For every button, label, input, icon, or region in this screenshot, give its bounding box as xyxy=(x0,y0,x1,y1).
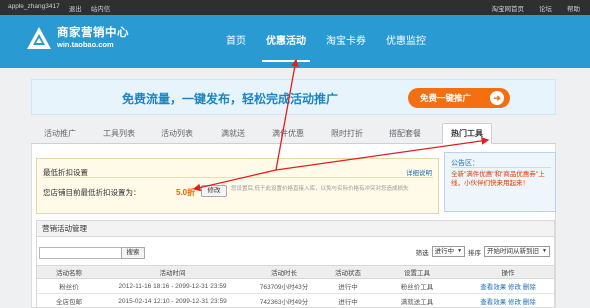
col-status: 活动状态 xyxy=(324,265,372,279)
tab-tool-list[interactable]: 工具列表 xyxy=(103,128,135,139)
nav-home[interactable]: 首页 xyxy=(216,15,256,68)
cell-name: 粉丝价 xyxy=(37,278,101,294)
discount-label: 您店铺目前最低折扣设置为： xyxy=(43,188,141,197)
tab-full-gift[interactable]: 满就送 xyxy=(221,128,245,139)
tab-activity-list[interactable]: 活动列表 xyxy=(161,128,193,139)
table-row: 全店包邮 2015-02-14 12:10 - 2099-12-31 23:59… xyxy=(37,293,554,308)
table-header: 活动名称 活动时间 活动时长 活动状态 设置工具 操作 xyxy=(37,265,554,279)
logo-url: win.taobao.com xyxy=(57,39,114,49)
cell-duration: 763709小时43分 xyxy=(244,278,324,294)
col-ops: 操作 xyxy=(462,265,554,279)
discount-value: 5.0折 xyxy=(176,188,196,197)
logout-link[interactable]: 退出 xyxy=(69,3,82,13)
nav-coupons[interactable]: 淘宝卡券 xyxy=(316,15,376,68)
forum-link[interactable]: 论坛 xyxy=(539,3,552,13)
edit-link[interactable]: 修改 xyxy=(508,299,521,306)
col-tool: 设置工具 xyxy=(372,265,462,279)
discount-setting-box: 最低折扣设置 详细说明 您店铺目前最低折扣设置为： 5.0折 修改 您设置后,低… xyxy=(36,158,439,214)
announcement-body[interactable]: 全新"满件优惠"和"商品优惠券"上线，小伙伴们快来用起来！ xyxy=(451,170,553,188)
main-nav: 首页 优惠活动 淘宝卡券 优惠监控 xyxy=(216,15,436,68)
cell-name: 全店包邮 xyxy=(37,293,101,308)
cell-time: 2012-11-16 18:16 - 2099-12-31 23:59 xyxy=(101,278,244,294)
col-duration: 活动时长 xyxy=(244,265,324,279)
cell-duration: 742363小时49分 xyxy=(244,293,324,308)
table-row: 粉丝价 2012-11-16 18:16 - 2099-12-31 23:59 … xyxy=(37,278,554,294)
cell-ops: 查看效果 修改 删除 xyxy=(462,278,554,294)
banner-text: 免费流量，一键发布，轻松完成活动推广 xyxy=(122,92,339,106)
divider xyxy=(43,177,433,178)
logo[interactable]: 商家营销中心 win.taobao.com xyxy=(26,26,129,50)
top-utility-bar: apple_zhang3417 退出 站内信 淘宝网首页 论坛 帮助 xyxy=(0,0,590,15)
marketing-management: 营销活动管理 搜索 筛选 进行中 ▼ 排序 开始时间从新到旧 ▼ 活动名称 活动… xyxy=(36,220,555,308)
edit-discount-button[interactable]: 修改 xyxy=(201,185,227,197)
delete-link[interactable]: 删除 xyxy=(523,284,536,291)
cell-status: 进行中 xyxy=(324,293,372,308)
announcement-box: 公告区： 全新"满件优惠"和"商品优惠券"上线，小伙伴们快来用起来！ xyxy=(444,152,556,212)
tab-activity-promo[interactable]: 活动推广 xyxy=(44,128,76,139)
search-input[interactable] xyxy=(39,247,123,259)
col-name: 活动名称 xyxy=(37,265,101,279)
cell-time: 2015-02-14 12:10 - 2099-12-31 23:59 xyxy=(101,293,244,308)
taobao-home-link[interactable]: 淘宝网首页 xyxy=(492,3,525,13)
chevron-down-icon: ▼ xyxy=(542,248,547,254)
nav-monitor[interactable]: 优惠监控 xyxy=(376,15,436,68)
tool-tabs: 活动推广 工具列表 活动列表 满就送 满件优惠 限时打折 搭配套餐 热门工具 xyxy=(31,123,556,144)
arrow-right-icon: ➜ xyxy=(490,91,504,105)
discount-help-link[interactable]: 详细说明 xyxy=(406,167,432,177)
cell-status: 进行中 xyxy=(324,278,372,294)
nav-promotions[interactable]: 优惠活动 xyxy=(256,15,316,68)
col-time: 活动时间 xyxy=(101,265,244,279)
filter-bar: 筛选 进行中 ▼ 排序 开始时间从新到旧 ▼ xyxy=(416,246,550,257)
mgmt-title: 营销活动管理 xyxy=(37,221,554,237)
cell-tool: 满就送工具 xyxy=(372,293,462,308)
promo-banner[interactable]: 免费流量，一键发布，轻松完成活动推广 免费一键推广 ➜ xyxy=(31,79,556,115)
status-select[interactable]: 进行中 ▼ xyxy=(431,246,466,257)
view-effect-link[interactable]: 查看效果 xyxy=(480,284,506,291)
filter-label: 筛选 xyxy=(415,249,429,257)
user-links: apple_zhang3417 退出 站内信 xyxy=(8,3,110,13)
sort-select[interactable]: 开始时间从新到旧 ▼ xyxy=(484,246,550,257)
delete-link[interactable]: 删除 xyxy=(523,299,536,306)
cell-ops: 查看效果 修改 删除 xyxy=(462,293,554,308)
cell-tool: 粉丝价工具 xyxy=(372,278,462,294)
activity-table: 活动名称 活动时间 活动时长 活动状态 设置工具 操作 粉丝价 2012-11-… xyxy=(37,265,554,308)
edit-link[interactable]: 修改 xyxy=(508,284,521,291)
logo-title: 商家营销中心 xyxy=(57,26,129,39)
help-link[interactable]: 帮助 xyxy=(567,3,580,13)
messages-link[interactable]: 站内信 xyxy=(91,3,111,13)
divider xyxy=(451,167,551,168)
site-header: 商家营销中心 win.taobao.com 首页 优惠活动 淘宝卡券 优惠监控 xyxy=(0,15,590,68)
username-link[interactable]: apple_zhang3417 xyxy=(8,3,60,13)
sort-label: 排序 xyxy=(468,249,482,257)
chevron-down-icon: ▼ xyxy=(457,248,463,254)
discount-note: 您设置后,低于此设置价格直接入库，以免与实际价格有冲突对您造成损失 xyxy=(231,186,409,192)
tab-hot-tools[interactable]: 热门工具 xyxy=(442,123,492,144)
search-button[interactable]: 搜索 xyxy=(121,247,145,259)
logo-mountain-icon xyxy=(27,27,51,49)
view-effect-link[interactable]: 查看效果 xyxy=(480,299,506,306)
tab-bundle[interactable]: 搭配套餐 xyxy=(389,128,421,139)
site-links: 淘宝网首页 论坛 帮助 xyxy=(492,3,581,13)
free-promote-button[interactable]: 免费一键推广 ➜ xyxy=(408,88,510,108)
tab-flash-discount[interactable]: 限时打折 xyxy=(331,128,363,139)
tab-quantity-discount[interactable]: 满件优惠 xyxy=(272,128,304,139)
